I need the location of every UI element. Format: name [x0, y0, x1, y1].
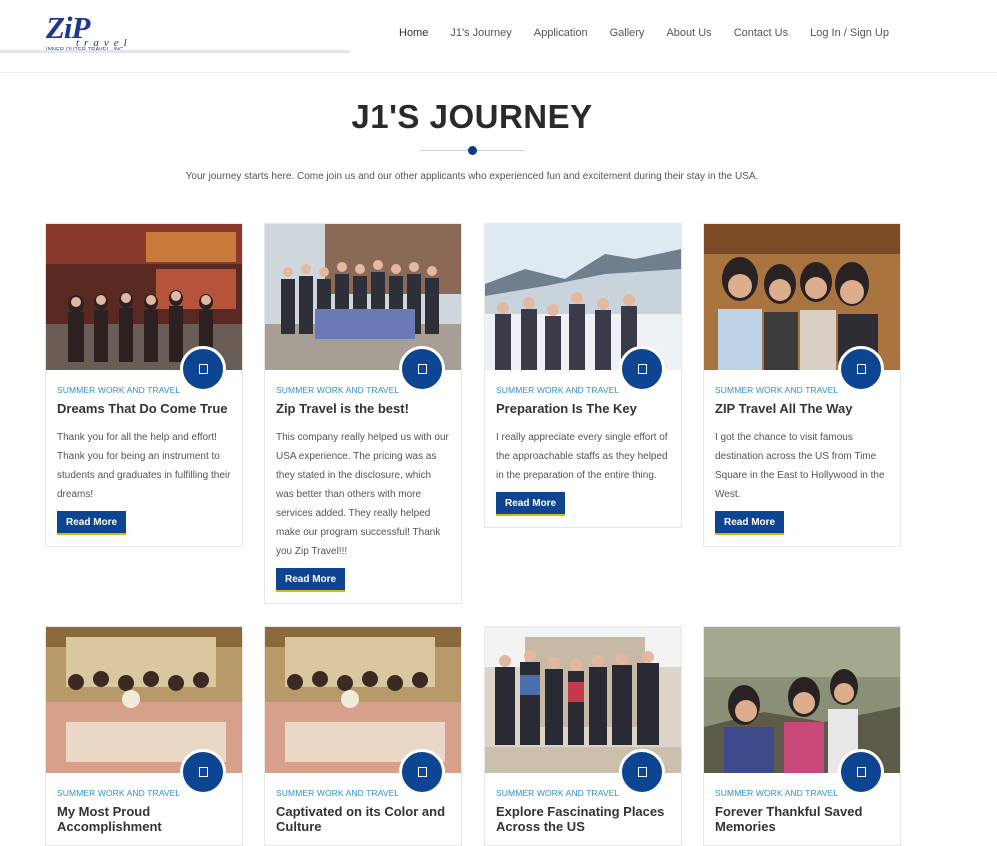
card-title[interactable]: ZIP Travel All The Way	[715, 401, 889, 416]
journey-card: SUMMER WORK AND TRAVEL Explore Fascinati…	[484, 626, 682, 846]
nav-about-us[interactable]: About Us	[666, 27, 711, 39]
card-excerpt: This company really helped us with our U…	[276, 432, 449, 557]
link-icon[interactable]	[180, 346, 226, 392]
link-icon[interactable]	[619, 346, 665, 392]
read-more-button[interactable]: Read More	[57, 511, 127, 535]
link-icon[interactable]	[180, 749, 226, 795]
journey-card: SUMMER WORK AND TRAVEL Captivated on its…	[264, 626, 462, 846]
journey-card: SUMMER WORK AND TRAVEL Zip Travel is the…	[264, 223, 462, 604]
nav-contact-us[interactable]: Contact Us	[734, 27, 788, 39]
site-header: ZiP travel INNER OUTER TRAVEL, INC. Home…	[0, 0, 997, 73]
journey-card: SUMMER WORK AND TRAVEL Forever Thankful …	[703, 626, 901, 846]
read-more-button[interactable]: Read More	[276, 568, 346, 592]
title-divider-dot	[468, 146, 477, 155]
nav-application[interactable]: Application	[534, 27, 588, 39]
nav-home[interactable]: Home	[399, 27, 428, 39]
read-more-button[interactable]: Read More	[715, 511, 785, 535]
link-icon[interactable]	[399, 346, 445, 392]
card-excerpt: I got the chance to visit famous destina…	[715, 432, 885, 500]
card-excerpt: Thank you for all the help and effort! T…	[57, 432, 231, 500]
card-excerpt: I really appreciate every single effort …	[496, 432, 668, 481]
link-icon[interactable]	[838, 346, 884, 392]
card-title[interactable]: Zip Travel is the best!	[276, 401, 450, 416]
card-title[interactable]: Dreams That Do Come True	[57, 401, 231, 416]
card-title[interactable]: Preparation Is The Key	[496, 401, 670, 416]
link-icon[interactable]	[619, 749, 665, 795]
link-icon[interactable]	[838, 749, 884, 795]
nav-j1s-journey[interactable]: J1's Journey	[450, 27, 511, 39]
main-nav: Home J1's Journey Application Gallery Ab…	[399, 27, 889, 39]
journey-card: SUMMER WORK AND TRAVEL My Most Proud Acc…	[45, 626, 243, 846]
journey-card: SUMMER WORK AND TRAVEL ZIP Travel All Th…	[703, 223, 901, 547]
card-title[interactable]: Forever Thankful Saved Memories	[715, 804, 889, 834]
read-more-button[interactable]: Read More	[496, 492, 566, 516]
card-title[interactable]: Explore Fascinating Places Across the US	[496, 804, 670, 834]
nav-login-signup[interactable]: Log In / Sign Up	[810, 27, 889, 39]
page-title: J1'S JOURNEY	[351, 98, 593, 135]
link-icon[interactable]	[399, 749, 445, 795]
journey-card: SUMMER WORK AND TRAVEL Preparation Is Th…	[484, 223, 682, 528]
header-accent-line	[0, 50, 350, 53]
card-title[interactable]: My Most Proud Accomplishment	[57, 804, 231, 834]
nav-gallery[interactable]: Gallery	[610, 27, 645, 39]
card-title[interactable]: Captivated on its Color and Culture	[276, 804, 450, 834]
page-intro: Your journey starts here. Come join us a…	[185, 171, 759, 182]
journey-card: SUMMER WORK AND TRAVEL Dreams That Do Co…	[45, 223, 243, 547]
